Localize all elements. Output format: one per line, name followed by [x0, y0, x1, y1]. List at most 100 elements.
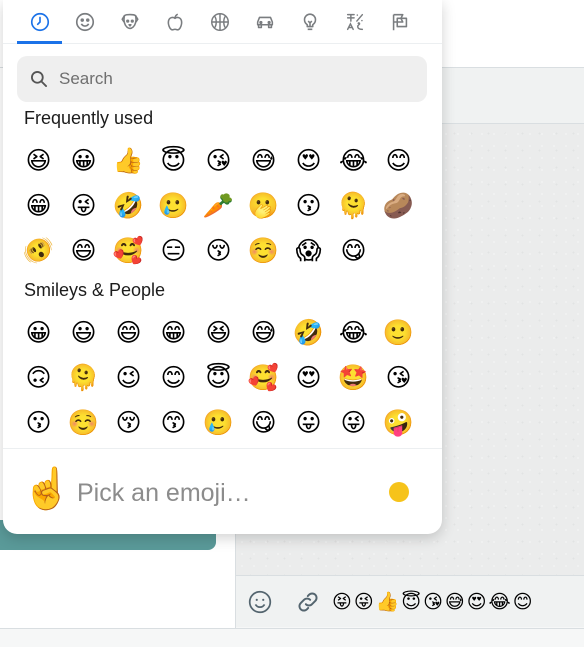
emoji-button[interactable]: 😚 — [106, 400, 151, 445]
emoji-button[interactable]: ☺️ — [241, 228, 286, 273]
quick-emoji[interactable]: 😊 — [513, 591, 533, 613]
tab-smileys[interactable] — [62, 0, 107, 44]
emoji-button[interactable]: 🥰 — [241, 355, 286, 400]
search-box[interactable] — [17, 56, 427, 102]
emoji-button[interactable]: 😊 — [376, 138, 421, 183]
emoji-button[interactable]: 😂 — [331, 138, 376, 183]
preview-emoji: ☝️ — [22, 466, 72, 512]
emoji-button[interactable]: 😄 — [106, 310, 151, 355]
emoji-button[interactable]: 😚 — [196, 228, 241, 273]
emoji-button[interactable]: 🥲 — [151, 183, 196, 228]
emoji-button[interactable]: 😆 — [16, 138, 61, 183]
apple-icon — [167, 13, 182, 31]
preview-text: Pick an emoji… — [77, 479, 251, 507]
clock-icon — [30, 12, 49, 32]
emoji-button[interactable]: 😜 — [61, 183, 106, 228]
tab-food[interactable] — [152, 0, 197, 44]
lightbulb-icon — [303, 13, 316, 31]
emoji-button[interactable]: 🥰 — [106, 228, 151, 273]
emoji-button[interactable]: 😀 — [16, 310, 61, 355]
emoji-button[interactable]: 😗 — [286, 183, 331, 228]
emoji-button[interactable]: 😘 — [196, 138, 241, 183]
tab-animals[interactable] — [107, 0, 152, 44]
quick-emoji[interactable]: 😂 — [489, 591, 511, 613]
car-icon — [256, 16, 273, 29]
emoji-grid-frequently-used: 😆 😀 👍 😇 😘 😅 😍 😂 😊 😁 😜 🤣 🥲 🥕 🫢 😗 🫠 🥔 🫨 😄 🥰 😑 😚 ☺️ 😱 😋 — [16, 138, 426, 273]
quick-emoji[interactable]: 😘 — [423, 591, 443, 613]
search-input[interactable] — [57, 68, 417, 90]
search-icon — [31, 71, 47, 88]
emoji-button[interactable]: 😜 — [331, 400, 376, 445]
emoji-button[interactable]: 😇 — [151, 138, 196, 183]
emoji-scroll-area[interactable]: Frequently used 😆 😀 👍 😇 😘 😅 😍 😂 😊 😁 😜 🤣 🥲 🥕 🫢 😗 🫠 🥔 🫨 😄 🥰 😑 😚 ☺… — [3, 104, 442, 447]
emoji-button[interactable]: 😂 — [331, 310, 376, 355]
emoji-button[interactable]: 🙃 — [16, 355, 61, 400]
quick-emoji[interactable]: 😅 — [445, 591, 465, 613]
emoji-toggle-button[interactable] — [236, 578, 284, 626]
emoji-button[interactable]: 🥲 — [196, 400, 241, 445]
tab-objects[interactable] — [287, 0, 332, 44]
emoji-button[interactable]: 😇 — [196, 355, 241, 400]
emoji-button[interactable]: 😘 — [376, 355, 421, 400]
quick-emoji[interactable]: 👍 — [376, 590, 400, 613]
emoji-button[interactable]: 🤣 — [106, 183, 151, 228]
category-tabs — [3, 0, 442, 44]
quick-emoji[interactable]: 😜 — [354, 591, 374, 613]
emoji-button[interactable]: 😍 — [286, 138, 331, 183]
smiley-icon — [75, 12, 94, 32]
link-icon — [298, 592, 318, 611]
emoji-button[interactable]: 🫨 — [16, 228, 61, 273]
quick-emoji[interactable]: 😝 — [332, 591, 352, 613]
emoji-button[interactable]: ☺️ — [61, 400, 106, 445]
quick-emoji[interactable]: 😍 — [467, 591, 487, 613]
emoji-button[interactable]: 🤪 — [376, 400, 421, 445]
tab-recent[interactable] — [17, 0, 62, 44]
smiley-icon — [248, 590, 272, 613]
emoji-button[interactable]: 😛 — [286, 400, 331, 445]
emoji-button[interactable]: 🤣 — [286, 310, 331, 355]
tab-flags[interactable] — [377, 0, 422, 44]
dog-icon — [120, 13, 139, 30]
emoji-grid-smileys-people: 😀 😃 😄 😁 😆 😅 🤣 😂 🙂 🙃 🫠 😉 😊 😇 🥰 😍 🤩 😘 😗 ☺️ 😚 😙 🥲 😋 😛 😜 🤪 — [16, 310, 426, 445]
emoji-button[interactable]: 😙 — [151, 400, 196, 445]
emoji-button[interactable]: 😋 — [241, 400, 286, 445]
emoji-button[interactable]: 🫠 — [61, 355, 106, 400]
emoji-button[interactable]: 😋 — [331, 228, 376, 273]
emoji-button[interactable]: 🥕 — [196, 183, 241, 228]
emoji-button[interactable]: 🙂 — [376, 310, 421, 355]
quick-emoji[interactable]: 😇 — [401, 591, 421, 613]
tab-activities[interactable] — [197, 0, 242, 44]
flags-icon — [392, 13, 407, 31]
emoji-button[interactable]: 😅 — [241, 138, 286, 183]
emoji-button[interactable]: 😅 — [241, 310, 286, 355]
emoji-button[interactable]: 😆 — [196, 310, 241, 355]
emoji-button[interactable]: 😄 — [61, 228, 106, 273]
quick-emoji-bar: 😝 😜 👍 😇 😘 😅 😍 😂 😊 — [332, 590, 533, 614]
emoji-button[interactable]: 😍 — [286, 355, 331, 400]
message-composer: 😝 😜 👍 😇 😘 😅 😍 😂 😊 — [236, 575, 584, 627]
tab-travel[interactable] — [242, 0, 287, 44]
divider — [0, 628, 584, 629]
tab-symbols[interactable] — [332, 0, 377, 44]
emoji-button[interactable]: 🤩 — [331, 355, 376, 400]
emoji-button[interactable]: 😉 — [106, 355, 151, 400]
emoji-button[interactable]: 😃 — [61, 310, 106, 355]
emoji-button[interactable]: 😁 — [151, 310, 196, 355]
emoji-button[interactable]: 🫢 — [241, 183, 286, 228]
skin-tone-button[interactable] — [389, 482, 409, 502]
emoji-button[interactable]: 😊 — [151, 355, 196, 400]
attach-button[interactable] — [284, 578, 332, 626]
symbols-icon — [346, 13, 363, 31]
emoji-button[interactable]: 😗 — [16, 400, 61, 445]
emoji-button[interactable]: 😁 — [16, 183, 61, 228]
section-title-smileys-people: Smileys & People — [24, 280, 166, 300]
emoji-button[interactable]: 😑 — [151, 228, 196, 273]
emoji-button[interactable]: 😀 — [61, 138, 106, 183]
emoji-preview-bar: ☝️ Pick an emoji… — [3, 448, 442, 534]
emoji-button[interactable]: 🫠 — [331, 183, 376, 228]
emoji-button[interactable]: 😱 — [286, 228, 331, 273]
emoji-picker: Frequently used 😆😀👍😇😘😅😍😂😊😁😜🤣🥲🥕🫢😗🫠🥔🫨😄🥰😑😚☺… — [3, 0, 442, 534]
emoji-button[interactable]: 🥔 — [376, 183, 421, 228]
emoji-button[interactable]: 👍 — [106, 138, 151, 183]
section-title-frequently-used: Frequently used — [24, 108, 154, 128]
